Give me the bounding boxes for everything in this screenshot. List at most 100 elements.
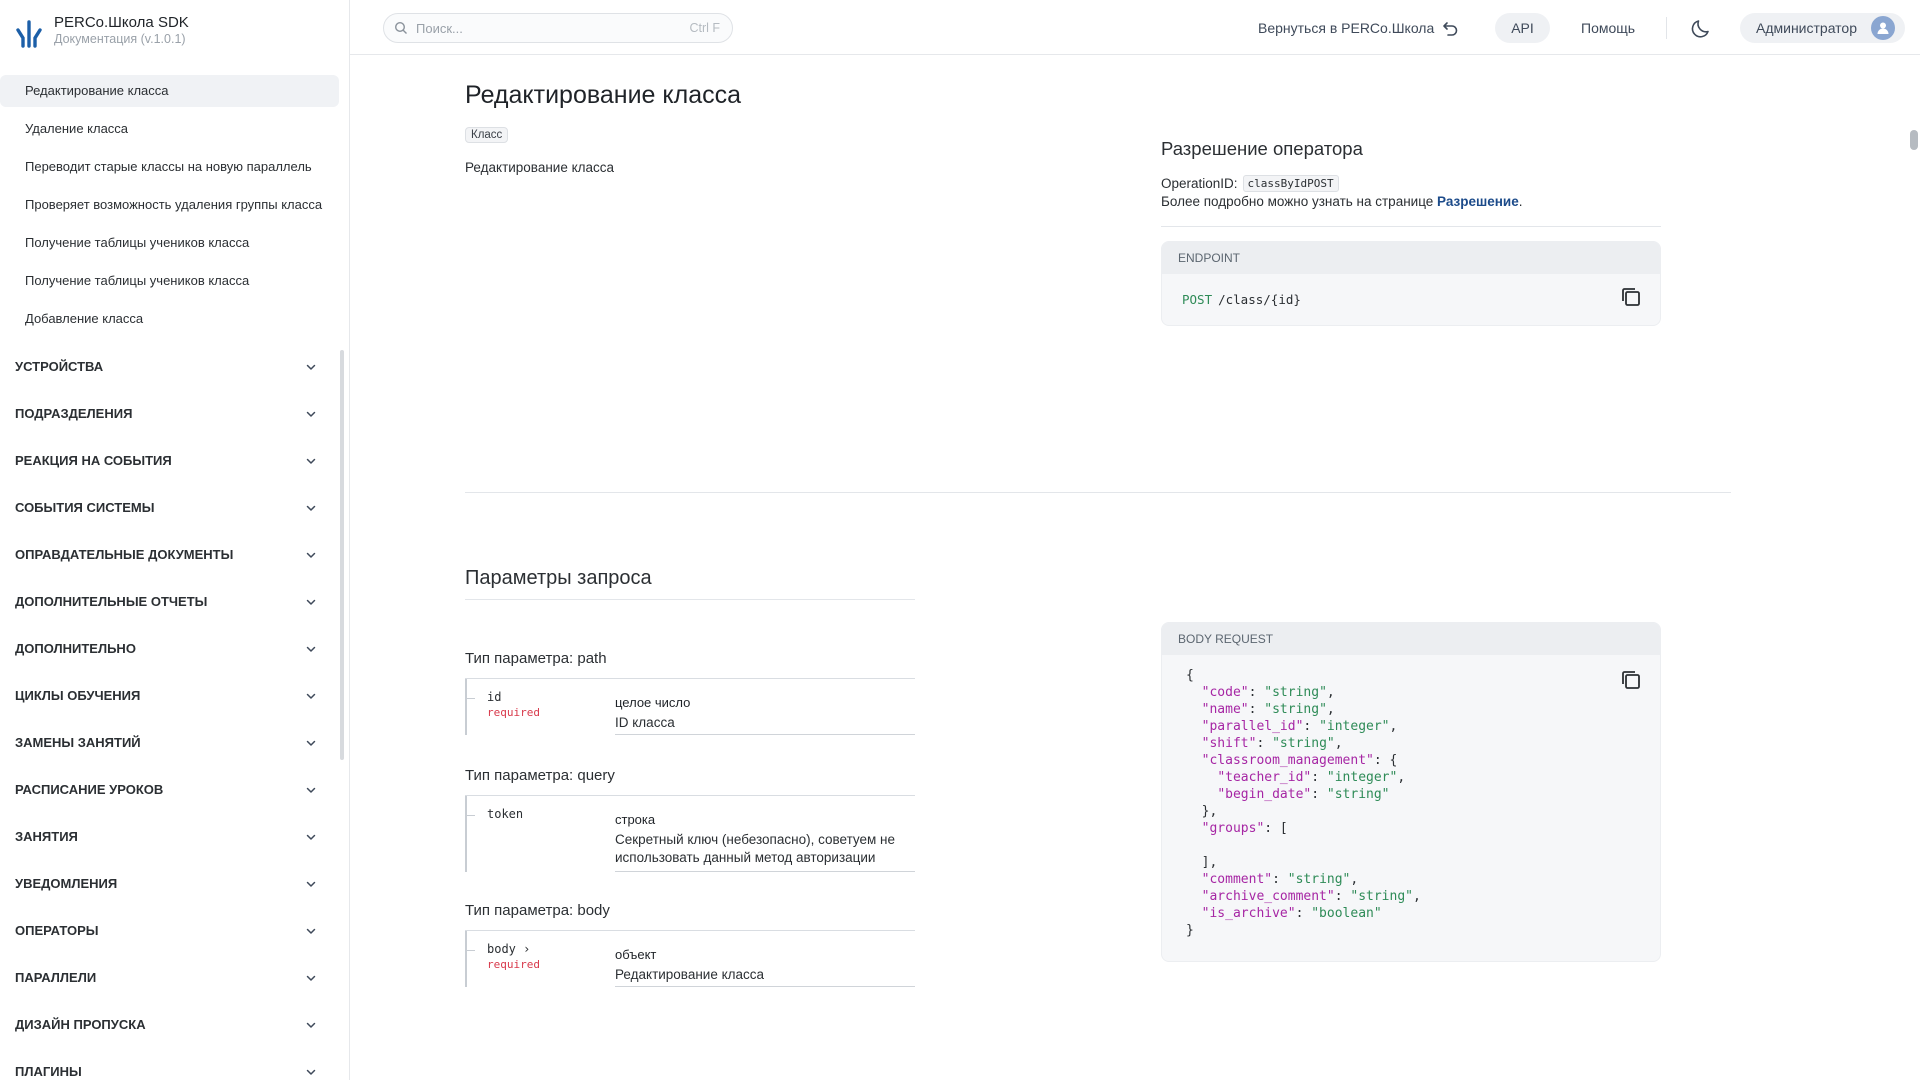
code-key: "archive_comment"	[1201, 889, 1335, 904]
body-request-header: BODY REQUEST	[1162, 623, 1660, 655]
sidebar-group-label: ПОДРАЗДЕЛЕНИЯ	[15, 406, 133, 421]
brand-title: PERCo.Школа SDK	[54, 14, 189, 31]
param-name[interactable]: body ›	[487, 942, 530, 956]
back-to-perco-link[interactable]: Вернуться в PERCo.Школа	[1258, 13, 1460, 43]
sidebar-group[interactable]: ЦИКЛЫ ОБУЧЕНИЯ	[0, 672, 345, 719]
search-shortcut: Ctrl F	[689, 21, 720, 35]
code-key: "parallel_id"	[1201, 719, 1304, 734]
tag-badge[interactable]: Класс	[465, 127, 509, 143]
sidebar-item[interactable]: Редактирование класса	[0, 75, 339, 107]
param-tree-line	[465, 796, 467, 872]
sidebar-group-label: ДИЗАЙН ПРОПУСКА	[15, 1017, 146, 1032]
sidebar-group[interactable]: УВЕДОМЛЕНИЯ	[0, 860, 345, 907]
permission-link[interactable]: Разрешение	[1437, 194, 1519, 209]
body-request-card: BODY REQUEST { "code": "string", "name":…	[1161, 622, 1661, 962]
code-key: "comment"	[1201, 872, 1273, 887]
permission-more-text: Более подробно можно узнать на странице …	[1161, 194, 1523, 209]
sidebar-group[interactable]: ЗАНЯТИЯ	[0, 813, 345, 860]
sidebar-group-label: ОПЕРАТОРЫ	[15, 923, 99, 938]
code-line: "archive_comment": "string",	[1201, 889, 1421, 904]
dark-mode-moon-icon[interactable]	[1690, 16, 1714, 40]
code-value: "integer"	[1319, 719, 1390, 734]
operation-id-label: OperationID:	[1161, 176, 1238, 191]
code-key: "name"	[1201, 702, 1249, 717]
permission-more-suffix: .	[1518, 194, 1523, 209]
sidebar-item[interactable]: Получение таблицы учеников класса	[0, 227, 339, 259]
code-line: "begin_date": "string"	[1217, 787, 1390, 802]
chevron-down-icon	[306, 693, 316, 699]
sidebar-group-label: СОБЫТИЯ СИСТЕМЫ	[15, 500, 155, 515]
sidebar-item[interactable]: Проверяет возможность удаления группы кл…	[0, 189, 339, 221]
sidebar-group[interactable]: СОБЫТИЯ СИСТЕМЫ	[0, 484, 345, 531]
perco-logo-icon	[16, 20, 42, 48]
sidebar-group-label: ПАРАЛЛЕЛИ	[15, 970, 97, 985]
sidebar-item[interactable]: Получение таблицы учеников класса	[0, 265, 339, 297]
chevron-down-icon	[306, 928, 316, 934]
param-row: body › required объект Редактирование класс…	[465, 930, 915, 987]
search-input[interactable]	[416, 20, 690, 36]
copy-endpoint-icon[interactable]	[1620, 286, 1642, 308]
sidebar-group[interactable]: ДОПОЛНИТЕЛЬНО	[0, 625, 345, 672]
sidebar-group-label: ЗАНЯТИЯ	[15, 829, 78, 844]
code-line: "is_archive": "boolean"	[1201, 906, 1382, 921]
chevron-down-icon	[306, 599, 316, 605]
brand-text: PERCo.Школа SDK Документация (v.1.0.1)	[54, 14, 189, 46]
chevron-down-icon	[306, 646, 316, 652]
sidebar-item[interactable]: Добавление класса	[0, 303, 339, 335]
topbar: Ctrl F Вернуться в PERCo.Школа API Помощ…	[350, 0, 1920, 55]
sidebar-group[interactable]: ОПРАВДАТЕЛЬНЫЕ ДОКУМЕНТЫ	[0, 531, 345, 578]
sidebar-group-label: РАСПИСАНИЕ УРОКОВ	[15, 782, 164, 797]
help-link[interactable]: Помощь	[1581, 13, 1635, 43]
sidebar-group[interactable]: ПОДРАЗДЕЛЕНИЯ	[0, 390, 345, 437]
sidebar-item[interactable]: Удаление класса	[0, 113, 339, 145]
search-box[interactable]: Ctrl F	[383, 13, 733, 43]
undo-arrow-icon	[1443, 22, 1458, 36]
sidebar-group[interactable]: УСТРОЙСТВА	[0, 343, 345, 390]
permission-title: Разрешение оператора	[1161, 138, 1363, 159]
code-line: }	[1186, 923, 1194, 938]
api-button[interactable]: API	[1495, 13, 1550, 43]
endpoint-method: POST	[1182, 292, 1213, 307]
param-name: id	[487, 690, 502, 704]
brand-version: Документация (v.1.0.1)	[54, 32, 186, 46]
sidebar-group-label: УВЕДОМЛЕНИЯ	[15, 876, 118, 891]
code-line: "comment": "string",	[1201, 872, 1359, 887]
code-line: ],	[1186, 855, 1218, 870]
sidebar-item[interactable]: Переводит старые классы на новую паралле…	[0, 151, 339, 183]
sidebar-group[interactable]: РЕАКЦИЯ НА СОБЫТИЯ	[0, 437, 345, 484]
chevron-down-icon	[306, 740, 316, 746]
copy-body-icon[interactable]	[1620, 669, 1642, 691]
sidebar-group[interactable]: РАСПИСАНИЕ УРОКОВ	[0, 766, 345, 813]
code-value: "string"	[1264, 685, 1327, 700]
sidebar-group[interactable]: ЗАМЕНЫ ЗАНЯТИЙ	[0, 719, 345, 766]
code-value: "string"	[1287, 872, 1351, 887]
param-description: Редактирование класса	[615, 967, 765, 982]
sidebar-group-label: УСТРОЙСТВА	[15, 359, 104, 374]
code-key: "classroom_management"	[1201, 753, 1374, 768]
param-tree-tick	[467, 698, 475, 699]
sidebar-group[interactable]: ДОПОЛНИТЕЛЬНЫЕ ОТЧЕТЫ	[0, 578, 345, 625]
params-title: Параметры запроса	[465, 567, 652, 589]
param-description: Секретный ключ (небезопасно), советуем н…	[615, 832, 896, 865]
chevron-down-icon	[306, 364, 316, 370]
sidebar-group[interactable]: ПЛАГИНЫ	[0, 1048, 345, 1080]
code-key: "shift"	[1201, 736, 1257, 751]
sidebar-group[interactable]: ДИЗАЙН ПРОПУСКА	[0, 1001, 345, 1048]
param-row: id required целое число ID класса	[465, 678, 915, 735]
code-line: },	[1186, 804, 1218, 819]
chevron-down-icon	[306, 975, 316, 981]
avatar-icon	[1871, 16, 1895, 40]
sidebar-group[interactable]: ОПЕРАТОРЫ	[0, 907, 345, 954]
param-underline	[615, 734, 915, 735]
page-scrollbar[interactable]	[1910, 130, 1918, 150]
permission-divider	[1161, 226, 1661, 227]
brand[interactable]: PERCo.Школа SDK Документация (v.1.0.1)	[14, 14, 189, 54]
sidebar-group[interactable]: ПАРАЛЛЕЛИ	[0, 954, 345, 1001]
sidebar-group-label: ЗАМЕНЫ ЗАНЯТИЙ	[15, 735, 141, 750]
user-menu-button[interactable]: Администратор	[1740, 13, 1905, 43]
code-value: "string"	[1350, 889, 1413, 904]
code-value: "string"	[1272, 736, 1335, 751]
sidebar-scrollbar[interactable]	[340, 350, 344, 760]
code-key: "code"	[1201, 685, 1249, 700]
